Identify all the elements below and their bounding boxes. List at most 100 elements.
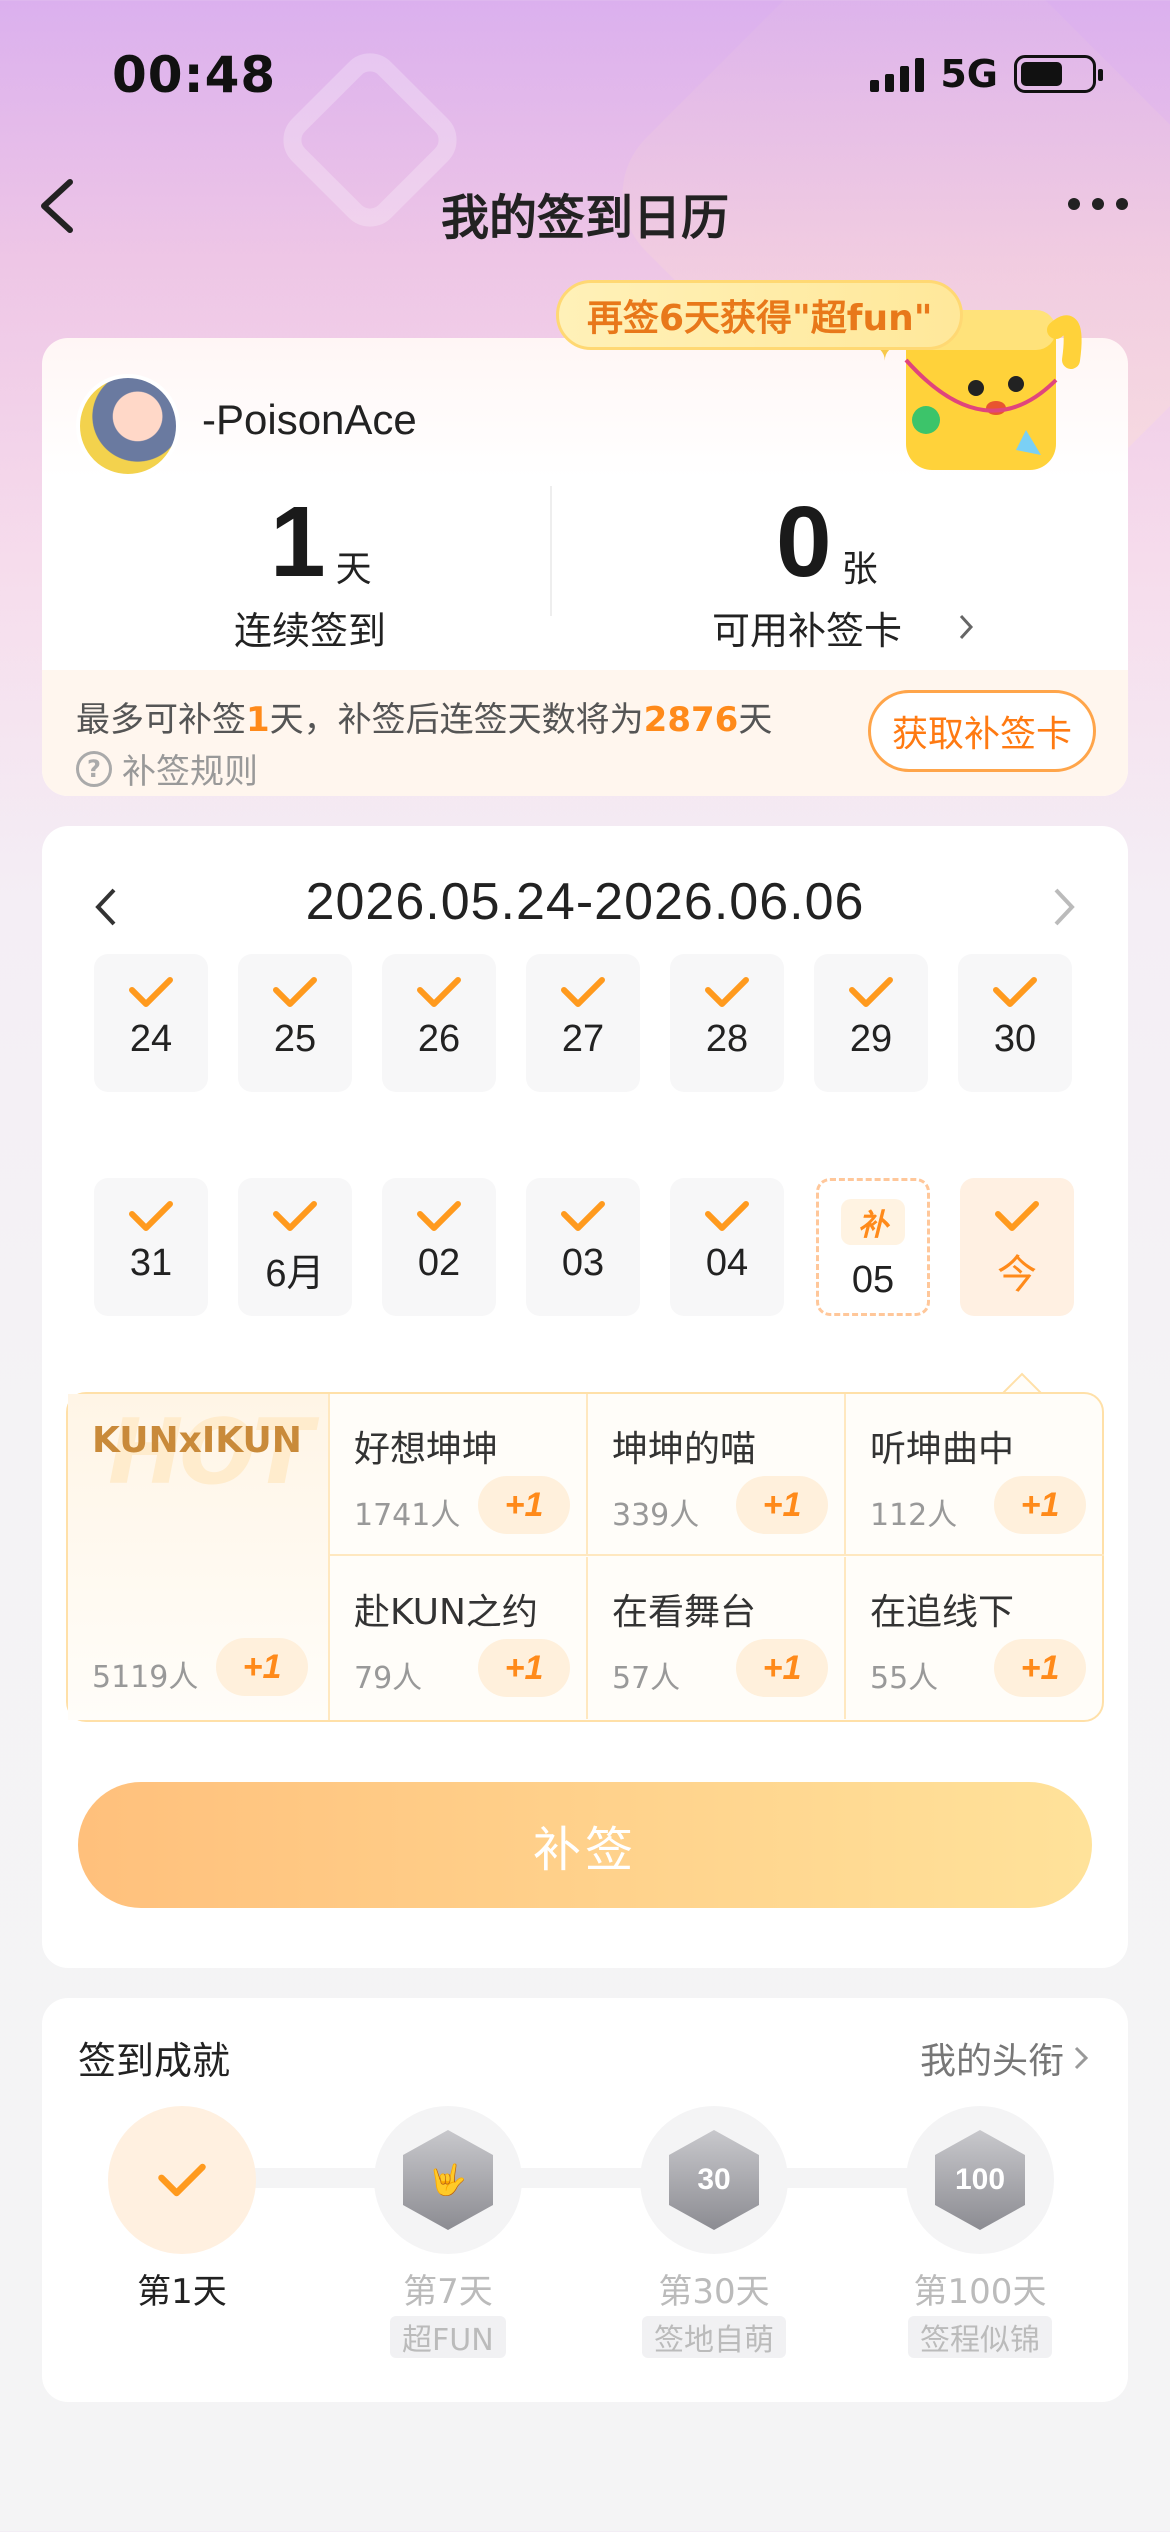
- avatar[interactable]: [76, 374, 180, 478]
- week-row-2: 补 05 今 31 6月 02 03 04: [94, 1178, 1094, 1318]
- topic-item[interactable]: 听坤曲中 112人 +1: [846, 1394, 1104, 1556]
- plus-one-button[interactable]: +1: [216, 1638, 308, 1696]
- topic-count: 1741人: [354, 1498, 461, 1533]
- calendar-day[interactable]: 24: [94, 954, 208, 1092]
- pointer-arrow: [1002, 1372, 1042, 1394]
- battery-icon: [1014, 55, 1103, 93]
- calendar-day[interactable]: 27: [526, 954, 640, 1092]
- achievement-track: [182, 2168, 1002, 2188]
- calendar-day[interactable]: 28: [670, 954, 784, 1092]
- day-number: 31: [129, 1242, 173, 1284]
- today-label: 今: [997, 1252, 1037, 1298]
- signal-icon: [870, 56, 925, 92]
- check-icon: [561, 1201, 605, 1231]
- streak-label: 连续签到: [234, 609, 387, 653]
- plus-one-button[interactable]: +1: [736, 1639, 828, 1697]
- day-number: 27: [561, 1018, 605, 1060]
- day-number: 30: [993, 1018, 1037, 1060]
- check-icon: [705, 977, 749, 1007]
- topic-item[interactable]: 赴KUN之约 79人 +1: [330, 1557, 588, 1719]
- makeup-text-mid: 天，补签后连签天数将为: [269, 700, 644, 740]
- makeup-after-days: 2876: [643, 700, 739, 740]
- check-icon: [995, 1201, 1039, 1231]
- makeup-description: 最多可补签1天，补签后连签天数将为2876天: [76, 692, 772, 741]
- makeup-tag: 补: [841, 1199, 905, 1245]
- calendar-day[interactable]: 26: [382, 954, 496, 1092]
- day-number: 24: [129, 1018, 173, 1060]
- promo-bubble: 再签6天获得"超fun": [556, 280, 964, 350]
- topic-count: 55人: [870, 1661, 939, 1696]
- chevron-right-icon: [959, 614, 974, 640]
- network-label: 5G: [940, 52, 998, 96]
- chevron-right-icon: [1074, 2046, 1089, 2070]
- check-icon: [129, 977, 173, 1007]
- makeup-text-prefix: 最多可补签: [76, 700, 246, 740]
- rules-link[interactable]: ? 补签规则: [76, 744, 258, 793]
- calendar-day[interactable]: 6月: [238, 1178, 352, 1316]
- topic-title: 赴KUN之约: [354, 1592, 538, 1633]
- day-number: 03: [561, 1242, 605, 1284]
- topic-grid: HOT KUNxIKUN 5119人 +1 好想坤坤 1741人 +1 坤坤的喵 339…: [66, 1392, 1104, 1722]
- week-row-1: 24 25 26 27 28 29 30: [94, 954, 1094, 1094]
- topic-item[interactable]: 好想坤坤 1741人 +1: [330, 1394, 588, 1556]
- achievement-title-tag: 超FUN: [390, 2316, 506, 2358]
- get-makeup-card-button[interactable]: 获取补签卡: [868, 690, 1096, 772]
- calendar-day[interactable]: 25: [238, 954, 352, 1092]
- calendar-day[interactable]: 29: [814, 954, 928, 1092]
- check-icon: [417, 977, 461, 1007]
- day-number: 05: [851, 1259, 895, 1301]
- topic-item[interactable]: 坤坤的喵 339人 +1: [588, 1394, 846, 1556]
- makeup-submit-button[interactable]: 补签: [78, 1782, 1092, 1908]
- topic-title: 好想坤坤: [354, 1429, 499, 1470]
- day-number: 26: [417, 1018, 461, 1060]
- topic-count: 79人: [354, 1661, 423, 1696]
- plus-one-button[interactable]: +1: [478, 1476, 570, 1534]
- achievements-card: 签到成就 我的头衔 第1天 🤟 第7天 超FUN 30 第30天 签地自萌 100 第100天签…: [42, 1998, 1128, 2402]
- calendar-day[interactable]: 02: [382, 1178, 496, 1316]
- plus-one-button[interactable]: +1: [994, 1639, 1086, 1697]
- plus-one-button[interactable]: +1: [994, 1476, 1086, 1534]
- page-title: 我的签到日历: [440, 190, 729, 246]
- check-icon: [561, 977, 605, 1007]
- calendar-card: 2026.05.24-2026.06.06 24 25 26 27 28 29 30 补 0…: [42, 826, 1128, 1968]
- calendar-day[interactable]: 31: [94, 1178, 208, 1316]
- topic-count: 112人: [870, 1498, 958, 1533]
- topic-title: 在追线下: [870, 1592, 1015, 1633]
- medal-icon: 100: [935, 2130, 1025, 2230]
- plus-one-button[interactable]: +1: [478, 1639, 570, 1697]
- calendar-day[interactable]: 03: [526, 1178, 640, 1316]
- day-number: 6月: [265, 1253, 325, 1295]
- topic-title: KUNxIKUN: [92, 1420, 302, 1461]
- achievement-badge-achieved[interactable]: [108, 2106, 256, 2254]
- date-range: 2026.05.24-2026.06.06: [305, 873, 865, 931]
- topic-title: 坤坤的喵: [612, 1429, 757, 1470]
- cards-stat[interactable]: 0 张 可用补签卡: [552, 478, 1128, 668]
- makeup-max-days: 1: [246, 700, 270, 740]
- topic-count: 5119人: [92, 1660, 199, 1695]
- check-icon: [158, 2163, 206, 2197]
- medal-icon: 🤟: [403, 2130, 493, 2230]
- chevron-right-icon[interactable]: [1044, 882, 1084, 932]
- topic-item[interactable]: 在追线下 55人 +1: [846, 1557, 1104, 1719]
- topic-title: 在看舞台: [612, 1592, 757, 1633]
- topic-hot[interactable]: HOT KUNxIKUN 5119人 +1: [68, 1394, 330, 1720]
- topic-item[interactable]: 在看舞台 57人 +1: [588, 1557, 846, 1719]
- achievement-day: 第100天: [913, 2272, 1047, 2312]
- my-title-link[interactable]: 我的头衔: [920, 2032, 1090, 2084]
- achievement-badge[interactable]: 100: [906, 2106, 1054, 2254]
- calendar-day[interactable]: 04: [670, 1178, 784, 1316]
- makeup-info-bar: 最多可补签1天，补签后连签天数将为2876天 ? 补签规则 获取补签卡: [42, 670, 1128, 796]
- calendar-day-today[interactable]: 今: [960, 1178, 1074, 1316]
- achievement-badge[interactable]: 🤟: [374, 2106, 522, 2254]
- cards-value: 0: [776, 486, 832, 598]
- calendar-day-makeup[interactable]: 补 05: [816, 1178, 930, 1316]
- topic-title: 听坤曲中: [870, 1429, 1015, 1470]
- medal-icon: 30: [669, 2130, 759, 2230]
- more-dots-icon[interactable]: [1068, 198, 1128, 210]
- cards-label: 可用补签卡: [712, 609, 903, 653]
- plus-one-button[interactable]: +1: [736, 1476, 828, 1534]
- calendar-day[interactable]: 30: [958, 954, 1072, 1092]
- achievement-badge[interactable]: 30: [640, 2106, 788, 2254]
- makeup-text-suffix: 天: [738, 700, 773, 740]
- check-icon: [705, 1201, 749, 1231]
